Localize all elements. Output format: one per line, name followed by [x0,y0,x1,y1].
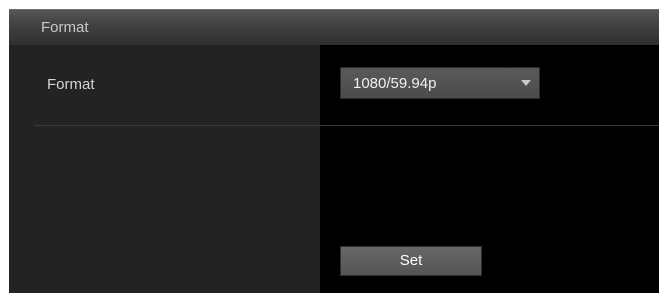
format-panel: Format Format 1080/59.94p Set [9,9,659,293]
format-settings-page: Format Format 1080/59.94p Set [0,0,659,293]
section-title: Format [41,19,89,36]
section-header: Format [9,9,659,45]
row-divider [34,125,659,126]
set-button[interactable]: Set [340,246,482,276]
chevron-down-icon [521,80,531,86]
format-label: Format [47,76,95,93]
format-select[interactable]: 1080/59.94p [340,67,540,99]
format-select-value: 1080/59.94p [353,75,437,92]
